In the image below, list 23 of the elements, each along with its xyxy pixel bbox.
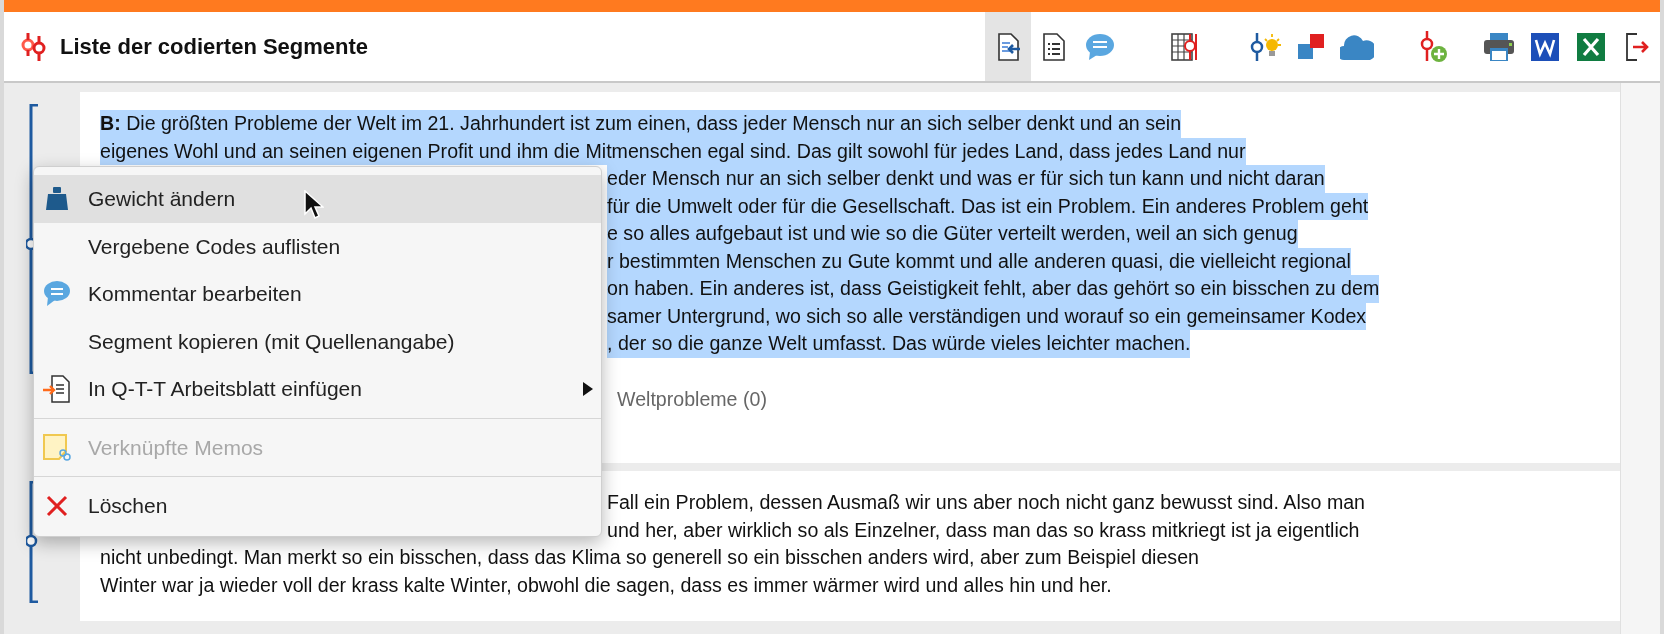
menu-item[interactable]: Gewicht ändern [34,175,601,223]
segment-bracket-icon[interactable] [26,481,40,603]
close-icon [45,493,69,518]
scrollbar-track[interactable] [1620,83,1660,634]
mouse-cursor-icon [304,190,324,220]
segment-bracket-icon[interactable] [26,104,40,374]
text-line: Winter war ja wieder voll der krass kalte Winter, obwohl die sagen, dass es immer wärmer wird und alles hin und her. [100,572,1112,598]
text-line: Fall ein Problem, dessen Ausmaß wir uns aber noch nicht ganz bewusst sind. Also man [607,490,1365,515]
menu-item[interactable]: Kommentar bearbeiten [34,270,601,318]
text-line: und her, aber wirklich so als Einzelner, dass man das so krass mitkriegt ist ja eigentlich [607,517,1360,543]
menu-item[interactable]: Löschen [34,482,601,530]
weight-icon [45,185,69,212]
code-label: Weltprobleme (0) [617,386,767,412]
menu-item[interactable]: In Q-T-T Arbeitsblatt einfügen [34,365,601,413]
insert-document-icon [42,374,72,403]
menu-item[interactable]: Vergebene Codes auflisten [34,222,601,270]
comment-icon [43,279,71,308]
insert-document-icon[interactable] [985,12,1031,81]
menu-item[interactable]: Segment kopieren (mit Quellenangabe) [34,317,601,365]
text-line: nicht unbedingt. Man merkt so ein bisschen, dass das Klima so generell so ein bisschen anders wird, aber zum Beispiel diesen [100,545,1199,570]
app-logo-icon [20,31,48,62]
memo-icon [42,433,72,462]
window-title: Liste der codierten Segmente [60,33,369,61]
